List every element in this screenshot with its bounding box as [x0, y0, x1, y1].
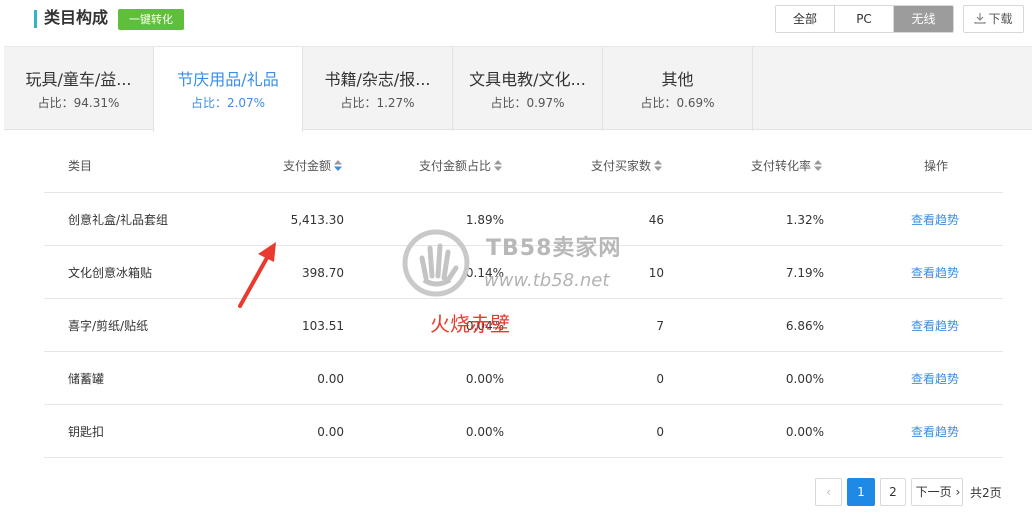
annotation-arrow-icon	[238, 242, 276, 308]
sort-icon	[334, 160, 343, 171]
download-icon	[974, 13, 987, 24]
tab-share: 占比：0.69%	[640, 96, 715, 110]
watermark-site-name: TB58卖家网	[486, 236, 622, 261]
cell-conversion: 0.00%	[785, 372, 824, 386]
col-label: 支付金额	[283, 159, 332, 173]
cell-amount: 0.00	[317, 425, 344, 439]
col-operation: 操作	[924, 159, 949, 173]
download-label: 下载	[988, 12, 1013, 26]
cell-buyers: 10	[648, 266, 664, 280]
col-label: 支付买家数	[591, 159, 652, 173]
one-click-convert-button[interactable]: 一键转化	[118, 9, 184, 30]
table-row: 钥匙扣 0.00 0.00% 0 0.00% 查看趋势	[44, 405, 1003, 458]
cell-buyers: 7	[656, 319, 664, 333]
view-trend-link[interactable]: 查看趋势	[911, 425, 959, 439]
section-title: 类目构成	[44, 8, 109, 27]
table-row: 喜字/剪纸/贴纸 103.51 0.04% 7 6.86% 查看趋势	[44, 299, 1003, 352]
title-accent-bar	[34, 10, 37, 28]
page-2-button[interactable]: 2	[880, 478, 906, 506]
cell-category: 储蓄罐	[68, 372, 105, 386]
tab-name: 玩具/童车/益...	[25, 70, 132, 89]
tab-name: 文具电教/文化...	[469, 70, 586, 89]
total-pages: 共2页	[970, 485, 1002, 500]
cell-category: 喜字/剪纸/贴纸	[68, 319, 149, 333]
cell-buyers: 46	[648, 213, 664, 227]
col-conversion[interactable]: 支付转化率	[751, 159, 823, 173]
tab-stationery[interactable]: 文具电教/文化... 占比：0.97%	[453, 47, 603, 131]
cell-conversion: 6.86%	[785, 319, 824, 333]
cell-category: 文化创意冰箱贴	[68, 266, 153, 280]
sort-icon	[494, 160, 503, 171]
table-header: 类目 支付金额 支付金额占比 支付买家数 支付转化率 操作	[44, 140, 1003, 193]
cell-conversion: 0.00%	[785, 425, 824, 439]
segment-all[interactable]: 全部	[776, 6, 835, 32]
watermark-red-text: 火烧赤壁	[430, 312, 510, 336]
cell-buyers: 0	[656, 372, 664, 386]
cell-conversion: 7.19%	[785, 266, 824, 280]
next-page-button[interactable]: 下一页 ›	[911, 478, 963, 506]
device-segment-control: 全部 PC 无线	[775, 5, 954, 33]
col-label: 支付金额占比	[419, 159, 492, 173]
view-trend-link[interactable]: 查看趋势	[911, 319, 959, 333]
segment-pc[interactable]: PC	[835, 6, 894, 32]
cell-category: 钥匙扣	[68, 425, 105, 439]
tab-name: 书籍/杂志/报...	[324, 70, 431, 89]
col-pay-share[interactable]: 支付金额占比	[419, 159, 503, 173]
tab-share: 占比：2.07%	[190, 96, 266, 110]
tab-name: 节庆用品/礼品	[177, 70, 279, 89]
watermark-hand-logo-icon	[402, 229, 470, 297]
download-button[interactable]: 下载	[963, 5, 1024, 33]
col-label: 支付转化率	[751, 159, 812, 173]
view-trend-link[interactable]: 查看趋势	[911, 266, 959, 280]
view-trend-link[interactable]: 查看趋势	[911, 213, 959, 227]
sort-icon	[814, 160, 823, 171]
tab-share: 占比：1.27%	[340, 96, 415, 110]
category-tabs: 玩具/童车/益... 占比：94.31% 节庆用品/礼品 占比：2.07% 书籍…	[4, 46, 1032, 132]
watermark-url: www.tb58.net	[484, 270, 610, 291]
pagination: ‹ 1 2 下一页 › 共2页	[815, 478, 1002, 506]
col-pay-amount[interactable]: 支付金额	[283, 159, 343, 173]
tab-share: 占比：0.97%	[490, 96, 565, 110]
prev-page-button[interactable]: ‹	[815, 478, 842, 506]
tab-name: 其他	[661, 70, 694, 89]
section-header: 类目构成 一键转化 全部 PC 无线 下载	[0, 0, 1032, 46]
cell-amount: 5,413.30	[290, 213, 344, 227]
cell-amount: 0.00	[317, 372, 344, 386]
cell-amount: 103.51	[302, 319, 344, 333]
next-page-label: 下一页	[915, 485, 952, 499]
sort-icon	[654, 160, 663, 171]
cell-category: 创意礼盒/礼品套组	[68, 213, 169, 227]
tab-festival-gifts[interactable]: 节庆用品/礼品 占比：2.07%	[153, 47, 303, 132]
col-buyers[interactable]: 支付买家数	[591, 159, 663, 173]
tab-other[interactable]: 其他 占比：0.69%	[603, 47, 753, 131]
segment-wireless[interactable]: 无线	[894, 6, 953, 32]
col-category: 类目	[68, 159, 93, 173]
cell-amount: 398.70	[302, 266, 344, 280]
category-table: 类目 支付金额 支付金额占比 支付买家数 支付转化率 操作 创意礼盒/礼品套组 …	[44, 140, 1003, 458]
cell-share: 0.00%	[465, 372, 504, 386]
cell-conversion: 1.32%	[785, 213, 824, 227]
tab-toys[interactable]: 玩具/童车/益... 占比：94.31%	[4, 47, 154, 131]
cell-buyers: 0	[656, 425, 664, 439]
tab-share: 占比：94.31%	[37, 96, 120, 110]
page-1-button[interactable]: 1	[847, 478, 875, 506]
table-row: 储蓄罐 0.00 0.00% 0 0.00% 查看趋势	[44, 352, 1003, 405]
view-trend-link[interactable]: 查看趋势	[911, 372, 959, 386]
cell-share: 1.89%	[465, 213, 504, 227]
cell-share: 0.00%	[465, 425, 504, 439]
tab-books[interactable]: 书籍/杂志/报... 占比：1.27%	[303, 47, 453, 131]
